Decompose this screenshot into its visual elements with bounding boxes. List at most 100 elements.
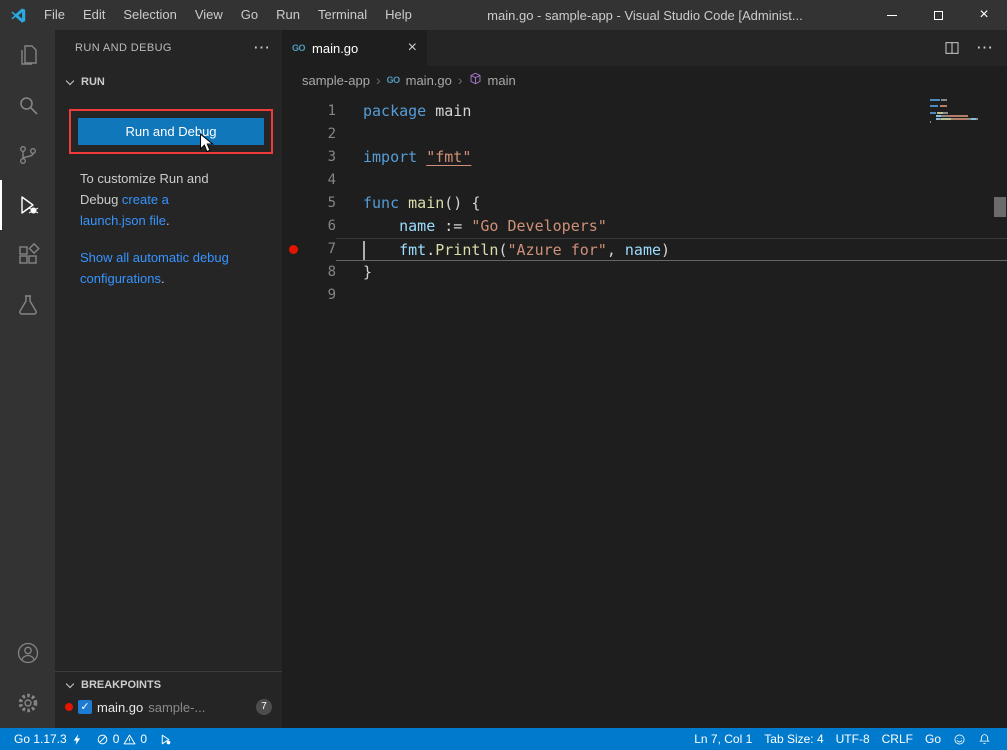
breakpoint-gutter[interactable] bbox=[282, 238, 304, 261]
breakpoint-gutter[interactable] bbox=[282, 284, 304, 307]
editor-group: GO main.go × ⋯ sample-app › GO main.go › bbox=[282, 30, 1007, 728]
close-button[interactable]: × bbox=[961, 0, 1007, 30]
menu-view[interactable]: View bbox=[186, 0, 232, 30]
feedback-status[interactable] bbox=[947, 728, 972, 750]
go-version-status[interactable]: Go 1.17.3 bbox=[8, 728, 90, 750]
activity-accounts[interactable] bbox=[0, 628, 55, 678]
code-text[interactable]: } bbox=[336, 261, 1007, 284]
menu-run[interactable]: Run bbox=[267, 0, 309, 30]
sidebar-title: RUN AND DEBUG bbox=[75, 42, 253, 54]
editor-actions: ⋯ bbox=[944, 30, 1007, 66]
breakpoint-gutter[interactable] bbox=[282, 192, 304, 215]
tab-close-icon[interactable]: × bbox=[408, 39, 417, 57]
code-line-1[interactable]: 1package main bbox=[282, 100, 1007, 123]
eol-status[interactable]: CRLF bbox=[876, 728, 919, 750]
code-line-7[interactable]: 7 fmt.Println("Azure for", name) bbox=[282, 238, 1007, 261]
lightning-icon bbox=[71, 733, 84, 746]
breadcrumb-file[interactable]: main.go bbox=[406, 73, 452, 88]
code-line-6[interactable]: 6 name := "Go Developers" bbox=[282, 215, 1007, 238]
encoding-label: UTF-8 bbox=[836, 732, 870, 746]
code-line-4[interactable]: 4 bbox=[282, 169, 1007, 192]
debug-status[interactable] bbox=[153, 728, 178, 750]
code-text[interactable]: fmt.Println("Azure for", name) bbox=[336, 238, 1007, 261]
minimap[interactable] bbox=[930, 99, 992, 128]
line-number: 6 bbox=[304, 215, 336, 238]
activity-search[interactable] bbox=[0, 80, 55, 130]
breakpoint-checkbox[interactable]: ✓ bbox=[78, 700, 92, 714]
language-status[interactable]: Go bbox=[919, 728, 947, 750]
line-col-status[interactable]: Ln 7, Col 1 bbox=[688, 728, 758, 750]
breakpoint-count-badge: 7 bbox=[256, 699, 272, 715]
go-file-icon: GO bbox=[387, 75, 400, 85]
editor-more-actions-icon[interactable]: ⋯ bbox=[976, 43, 993, 53]
breadcrumb: sample-app › GO main.go › main bbox=[282, 66, 1007, 94]
menu-edit[interactable]: Edit bbox=[74, 0, 114, 30]
code-text[interactable] bbox=[336, 123, 1007, 146]
debug-icon bbox=[159, 733, 172, 746]
code-line-8[interactable]: 8} bbox=[282, 261, 1007, 284]
feedback-smiley-icon bbox=[953, 733, 966, 746]
split-editor-icon[interactable] bbox=[944, 40, 960, 56]
minimize-button[interactable] bbox=[869, 0, 915, 30]
code-editor[interactable]: 1package main23import "fmt"45func main()… bbox=[282, 94, 1007, 728]
breakpoint-gutter[interactable] bbox=[282, 123, 304, 146]
breakpoint-gutter[interactable] bbox=[282, 100, 304, 123]
run-section-header[interactable]: RUN bbox=[55, 71, 282, 93]
close-icon: × bbox=[979, 0, 988, 30]
run-debug-icon bbox=[16, 193, 40, 217]
menu-go[interactable]: Go bbox=[232, 0, 267, 30]
line-number: 2 bbox=[304, 123, 336, 146]
breakpoint-dot[interactable] bbox=[289, 245, 298, 254]
tab-size-status[interactable]: Tab Size: 4 bbox=[758, 728, 829, 750]
code-text[interactable]: package main bbox=[336, 100, 1007, 123]
show-debug-configs-link[interactable]: Show all automatic debug configurations bbox=[80, 250, 229, 286]
code-line-5[interactable]: 5func main() { bbox=[282, 192, 1007, 215]
activity-testing[interactable] bbox=[0, 280, 55, 330]
breadcrumb-symbol[interactable]: main bbox=[488, 73, 516, 88]
code-line-9[interactable]: 9 bbox=[282, 284, 1007, 307]
code-line-2[interactable]: 2 bbox=[282, 123, 1007, 146]
run-and-debug-button[interactable]: Run and Debug bbox=[78, 118, 264, 145]
status-bar: Go 1.17.3 0 0 Ln 7, Col 1 Tab Size: 4 UT… bbox=[0, 728, 1007, 750]
activity-extensions[interactable] bbox=[0, 230, 55, 280]
line-number: 8 bbox=[304, 261, 336, 284]
encoding-status[interactable]: UTF-8 bbox=[830, 728, 876, 750]
activity-run-debug[interactable] bbox=[0, 180, 55, 230]
activity-source-control[interactable] bbox=[0, 130, 55, 180]
activity-explorer[interactable] bbox=[0, 30, 55, 80]
maximize-button[interactable] bbox=[915, 0, 961, 30]
menu-selection[interactable]: Selection bbox=[114, 0, 185, 30]
breakpoint-gutter[interactable] bbox=[282, 146, 304, 169]
warning-count: 0 bbox=[140, 732, 147, 746]
chevron-right-icon: › bbox=[458, 72, 463, 88]
breakpoints-header[interactable]: BREAKPOINTS bbox=[55, 674, 282, 696]
code-text[interactable] bbox=[336, 169, 1007, 192]
breakpoint-list-item[interactable]: ✓ main.go sample-... 7 bbox=[55, 696, 282, 718]
account-icon bbox=[16, 641, 40, 665]
activity-bar bbox=[0, 30, 55, 728]
menu-file[interactable]: File bbox=[35, 0, 74, 30]
symbol-package-icon bbox=[469, 72, 482, 88]
breakpoint-gutter[interactable] bbox=[282, 169, 304, 192]
notifications-status[interactable] bbox=[972, 728, 997, 750]
menu-terminal[interactable]: Terminal bbox=[309, 0, 376, 30]
activity-settings[interactable] bbox=[0, 678, 55, 728]
code-text[interactable] bbox=[336, 284, 1007, 307]
go-version-label: Go 1.17.3 bbox=[14, 732, 67, 746]
breakpoint-gutter[interactable] bbox=[282, 261, 304, 284]
more-actions-icon[interactable]: ⋯ bbox=[253, 43, 270, 53]
menu-help[interactable]: Help bbox=[376, 0, 421, 30]
breadcrumb-folder[interactable]: sample-app bbox=[302, 73, 370, 88]
extensions-icon bbox=[16, 243, 40, 267]
code-text[interactable]: func main() { bbox=[336, 192, 1007, 215]
run-section-label: RUN bbox=[81, 76, 105, 88]
breakpoint-gutter[interactable] bbox=[282, 215, 304, 238]
code-text[interactable]: name := "Go Developers" bbox=[336, 215, 1007, 238]
problems-status[interactable]: 0 0 bbox=[90, 728, 153, 750]
code-text[interactable]: import "fmt" bbox=[336, 146, 1007, 169]
scrollbar-thumb[interactable] bbox=[994, 197, 1006, 217]
tab-bar: GO main.go × ⋯ bbox=[282, 30, 1007, 66]
tab-main-go[interactable]: GO main.go × bbox=[282, 30, 427, 66]
code-line-3[interactable]: 3import "fmt" bbox=[282, 146, 1007, 169]
annotation-highlight: Run and Debug bbox=[69, 109, 273, 154]
